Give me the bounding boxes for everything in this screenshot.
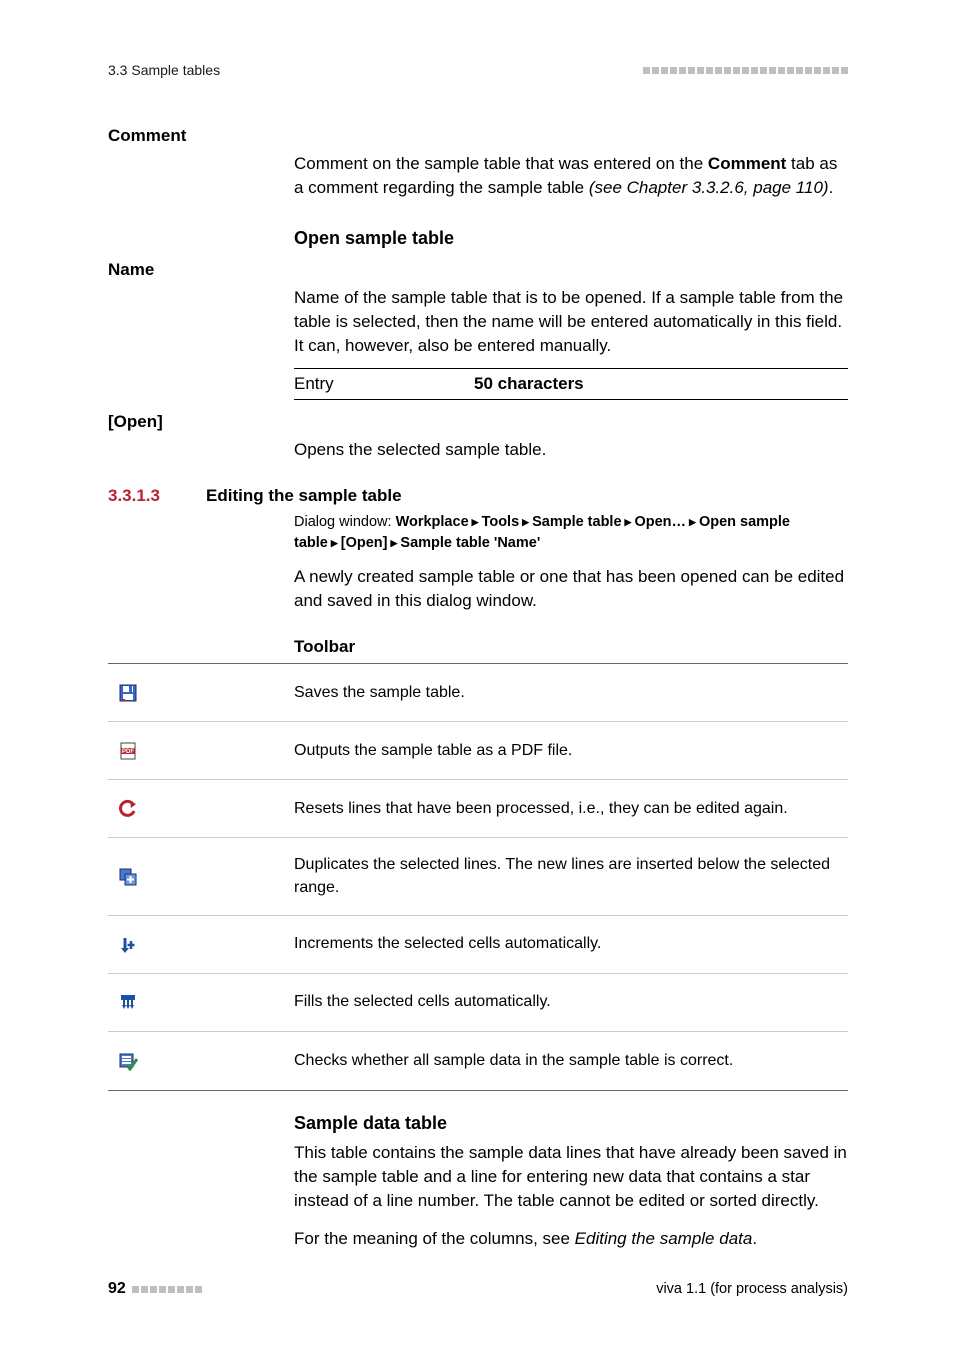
- fill-icon: [108, 977, 294, 1029]
- row-desc: Outputs the sample table as a PDF file.: [294, 724, 848, 778]
- entry-label: Entry: [294, 372, 374, 396]
- sample-data-table-heading: Sample data table: [294, 1111, 848, 1137]
- dialog-path: Dialog window: Workplace▶Tools▶Sample ta…: [294, 512, 848, 553]
- pdf-icon: PDF: [108, 725, 294, 777]
- table-row: Checks whether all sample data in the sa…: [108, 1032, 848, 1090]
- page-footer: 92 viva 1.1 (for process analysis): [108, 1280, 848, 1298]
- row-desc: Resets lines that have been processed, i…: [294, 782, 848, 836]
- section-paragraph: A newly created sample table or one that…: [294, 565, 848, 613]
- section-ref: 3.3 Sample tables: [108, 62, 220, 78]
- section-title: Editing the sample table: [206, 486, 402, 506]
- name-body: Name of the sample table that is to be o…: [294, 286, 848, 401]
- term-comment: Comment: [108, 126, 848, 146]
- term-name: Name: [108, 260, 848, 280]
- row-desc: Increments the selected cells automatica…: [294, 917, 848, 971]
- reset-icon: [108, 783, 294, 835]
- duplicate-icon: [108, 851, 294, 903]
- open-body: Opens the selected sample table.: [294, 438, 848, 462]
- toolbar-table: Saves the sample table. PDF Outputs the …: [108, 663, 848, 1091]
- term-open: [Open]: [108, 412, 848, 432]
- table-row: Increments the selected cells automatica…: [108, 916, 848, 974]
- svg-text:PDF: PDF: [122, 749, 134, 755]
- entry-value: 50 characters: [474, 372, 584, 396]
- footer-decoration-icon: [132, 1286, 202, 1293]
- page-number: 92: [108, 1280, 126, 1298]
- row-desc: Duplicates the selected lines. The new l…: [294, 838, 848, 915]
- table-row: Saves the sample table.: [108, 664, 848, 722]
- row-desc: Checks whether all sample data in the sa…: [294, 1034, 848, 1088]
- sample-data-p2: For the meaning of the columns, see Edit…: [294, 1227, 848, 1251]
- entry-row: Entry 50 characters: [294, 368, 848, 400]
- section-number: 3.3.1.3: [108, 486, 178, 506]
- table-row: Resets lines that have been processed, i…: [108, 780, 848, 838]
- footer-right-text: viva 1.1 (for process analysis): [656, 1281, 848, 1297]
- row-desc: Fills the selected cells automatically.: [294, 975, 848, 1029]
- increment-icon: [108, 919, 294, 971]
- check-icon: [108, 1035, 294, 1087]
- table-row: PDF Outputs the sample table as a PDF fi…: [108, 722, 848, 780]
- comment-body: Comment on the sample table that was ent…: [294, 152, 848, 200]
- save-icon: [108, 667, 294, 719]
- section-header: 3.3.1.3 Editing the sample table: [108, 486, 848, 506]
- sample-data-p1: This table contains the sample data line…: [294, 1141, 848, 1213]
- header-decoration-icon: [643, 67, 848, 74]
- row-desc: Saves the sample table.: [294, 666, 848, 720]
- running-header: 3.3 Sample tables: [108, 62, 848, 78]
- open-sample-table-heading: Open sample table: [294, 226, 848, 252]
- toolbar-heading: Toolbar: [294, 635, 848, 659]
- table-row: Duplicates the selected lines. The new l…: [108, 838, 848, 916]
- table-row: Fills the selected cells automatically.: [108, 974, 848, 1032]
